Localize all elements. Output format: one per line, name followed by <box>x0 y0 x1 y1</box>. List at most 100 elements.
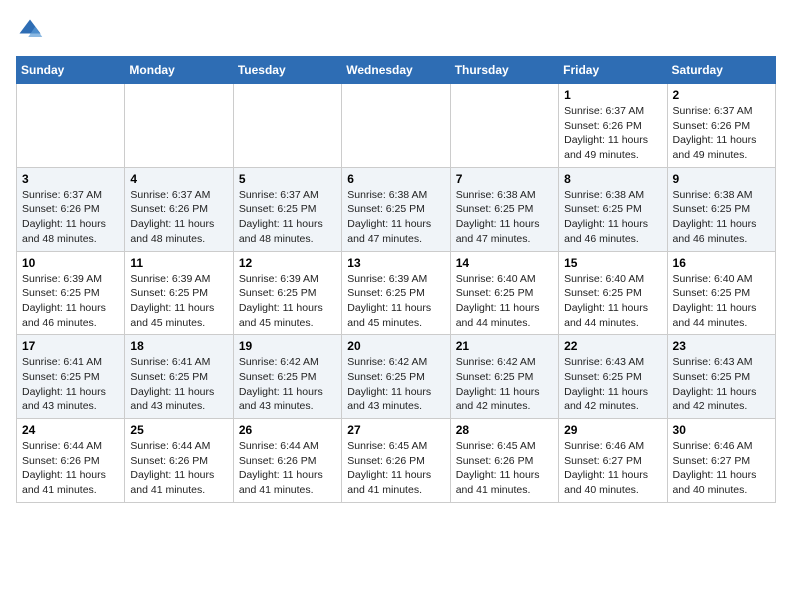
calendar-cell: 1Sunrise: 6:37 AM Sunset: 6:26 PM Daylig… <box>559 84 667 168</box>
calendar-cell: 6 Sunrise: 6:38 AM Sunset: 6:25 PM Daylig… <box>342 167 450 251</box>
day-info: Sunrise: 6:44 AM Sunset: 6:26 PM Dayligh… <box>130 439 227 498</box>
day-number: 22 <box>564 339 661 353</box>
calendar-cell <box>233 84 341 168</box>
day-number: 10 <box>22 256 119 270</box>
day-number: 2 <box>673 88 770 102</box>
day-number: 21 <box>456 339 553 353</box>
day-info: Sunrise: 6:39 AM Sunset: 6:25 PM Dayligh… <box>22 272 119 331</box>
day-number: 4 <box>130 172 227 186</box>
calendar-cell: 24 Sunrise: 6:44 AM Sunset: 6:26 PM Dayli… <box>17 419 125 503</box>
day-number: 29 <box>564 423 661 437</box>
calendar-cell: 5 Sunrise: 6:37 AM Sunset: 6:25 PM Daylig… <box>233 167 341 251</box>
calendar-cell: 16 Sunrise: 6:40 AM Sunset: 6:25 PM Dayli… <box>667 251 775 335</box>
calendar-cell: 8 Sunrise: 6:38 AM Sunset: 6:25 PM Daylig… <box>559 167 667 251</box>
day-info: Sunrise: 6:39 AM Sunset: 6:25 PM Dayligh… <box>130 272 227 331</box>
day-number: 27 <box>347 423 444 437</box>
calendar-week-row: 24 Sunrise: 6:44 AM Sunset: 6:26 PM Dayli… <box>17 419 776 503</box>
day-number: 6 <box>347 172 444 186</box>
day-number: 18 <box>130 339 227 353</box>
day-info: Sunrise: 6:44 AM Sunset: 6:26 PM Dayligh… <box>239 439 336 498</box>
day-number: 15 <box>564 256 661 270</box>
calendar-cell: 17 Sunrise: 6:41 AM Sunset: 6:25 PM Dayli… <box>17 335 125 419</box>
calendar-cell: 19Sunrise: 6:42 AM Sunset: 6:25 PM Dayli… <box>233 335 341 419</box>
calendar-cell: 11 Sunrise: 6:39 AM Sunset: 6:25 PM Dayli… <box>125 251 233 335</box>
calendar-cell: 2 Sunrise: 6:37 AM Sunset: 6:26 PM Daylig… <box>667 84 775 168</box>
calendar-cell: 29 Sunrise: 6:46 AM Sunset: 6:27 PM Dayli… <box>559 419 667 503</box>
day-number: 7 <box>456 172 553 186</box>
day-info: Sunrise: 6:39 AM Sunset: 6:25 PM Dayligh… <box>347 272 444 331</box>
day-info: Sunrise: 6:46 AM Sunset: 6:27 PM Dayligh… <box>564 439 661 498</box>
weekday-header-cell: Monday <box>125 57 233 84</box>
weekday-header-cell: Thursday <box>450 57 558 84</box>
day-info: Sunrise: 6:41 AM Sunset: 6:25 PM Dayligh… <box>130 355 227 414</box>
day-number: 8 <box>564 172 661 186</box>
day-number: 23 <box>673 339 770 353</box>
logo <box>16 16 48 44</box>
day-number: 24 <box>22 423 119 437</box>
weekday-header-cell: Sunday <box>17 57 125 84</box>
calendar-cell <box>450 84 558 168</box>
day-number: 13 <box>347 256 444 270</box>
day-info: Sunrise: 6:43 AM Sunset: 6:25 PM Dayligh… <box>673 355 770 414</box>
day-info: Sunrise: 6:38 AM Sunset: 6:25 PM Dayligh… <box>673 188 770 247</box>
calendar-week-row: 17 Sunrise: 6:41 AM Sunset: 6:25 PM Dayli… <box>17 335 776 419</box>
calendar-cell: 21 Sunrise: 6:42 AM Sunset: 6:25 PM Dayli… <box>450 335 558 419</box>
calendar-cell: 23 Sunrise: 6:43 AM Sunset: 6:25 PM Dayli… <box>667 335 775 419</box>
day-info: Sunrise: 6:45 AM Sunset: 6:26 PM Dayligh… <box>347 439 444 498</box>
day-info: Sunrise: 6:41 AM Sunset: 6:25 PM Dayligh… <box>22 355 119 414</box>
weekday-header-cell: Friday <box>559 57 667 84</box>
calendar-cell: 20Sunrise: 6:42 AM Sunset: 6:25 PM Dayli… <box>342 335 450 419</box>
day-info: Sunrise: 6:40 AM Sunset: 6:25 PM Dayligh… <box>456 272 553 331</box>
day-number: 9 <box>673 172 770 186</box>
calendar-cell: 12Sunrise: 6:39 AM Sunset: 6:25 PM Dayli… <box>233 251 341 335</box>
calendar-body: 1 Sunrise: 6:37 AM Sunset: 6:26 PM Daylig… <box>17 84 776 503</box>
day-info: Sunrise: 6:43 AM Sunset: 6:25 PM Dayligh… <box>564 355 661 414</box>
day-info: Sunrise: 6:37 AM Sunset: 6:26 PM Dayligh… <box>22 188 119 247</box>
calendar-cell: 25 Sunrise: 6:44 AM Sunset: 6:26 PM Dayli… <box>125 419 233 503</box>
day-number: 17 <box>22 339 119 353</box>
calendar-cell: 10 Sunrise: 6:39 AM Sunset: 6:25 PM Dayli… <box>17 251 125 335</box>
day-info: Sunrise: 6:42 AM Sunset: 6:25 PM Dayligh… <box>239 355 336 414</box>
calendar-cell <box>125 84 233 168</box>
day-number: 11 <box>130 256 227 270</box>
calendar-cell: 30Sunrise: 6:46 AM Sunset: 6:27 PM Dayli… <box>667 419 775 503</box>
calendar-week-row: 10 Sunrise: 6:39 AM Sunset: 6:25 PM Dayli… <box>17 251 776 335</box>
day-number: 5 <box>239 172 336 186</box>
day-info: Sunrise: 6:38 AM Sunset: 6:25 PM Dayligh… <box>564 188 661 247</box>
logo-icon <box>16 16 44 44</box>
calendar-cell: 7 Sunrise: 6:38 AM Sunset: 6:25 PM Daylig… <box>450 167 558 251</box>
day-number: 12 <box>239 256 336 270</box>
calendar-table: SundayMondayTuesdayWednesdayThursdayFrid… <box>16 56 776 503</box>
day-info: Sunrise: 6:44 AM Sunset: 6:26 PM Dayligh… <box>22 439 119 498</box>
day-number: 16 <box>673 256 770 270</box>
calendar-cell: 28Sunrise: 6:45 AM Sunset: 6:26 PM Dayli… <box>450 419 558 503</box>
day-info: Sunrise: 6:37 AM Sunset: 6:26 PM Dayligh… <box>673 104 770 163</box>
weekday-header-cell: Saturday <box>667 57 775 84</box>
calendar-cell: 26Sunrise: 6:44 AM Sunset: 6:26 PM Dayli… <box>233 419 341 503</box>
calendar-week-row: 3 Sunrise: 6:37 AM Sunset: 6:26 PM Daylig… <box>17 167 776 251</box>
calendar-cell: 22 Sunrise: 6:43 AM Sunset: 6:25 PM Dayli… <box>559 335 667 419</box>
calendar-cell: 4 Sunrise: 6:37 AM Sunset: 6:26 PM Daylig… <box>125 167 233 251</box>
weekday-header-row: SundayMondayTuesdayWednesdayThursdayFrid… <box>17 57 776 84</box>
day-number: 25 <box>130 423 227 437</box>
calendar-cell: 27 Sunrise: 6:45 AM Sunset: 6:26 PM Dayli… <box>342 419 450 503</box>
day-info: Sunrise: 6:40 AM Sunset: 6:25 PM Dayligh… <box>673 272 770 331</box>
day-number: 1 <box>564 88 661 102</box>
day-info: Sunrise: 6:38 AM Sunset: 6:25 PM Dayligh… <box>347 188 444 247</box>
weekday-header-cell: Wednesday <box>342 57 450 84</box>
day-info: Sunrise: 6:38 AM Sunset: 6:25 PM Dayligh… <box>456 188 553 247</box>
day-info: Sunrise: 6:42 AM Sunset: 6:25 PM Dayligh… <box>456 355 553 414</box>
day-number: 3 <box>22 172 119 186</box>
calendar-cell: 18 Sunrise: 6:41 AM Sunset: 6:25 PM Dayli… <box>125 335 233 419</box>
calendar-cell: 15 Sunrise: 6:40 AM Sunset: 6:25 PM Dayli… <box>559 251 667 335</box>
day-info: Sunrise: 6:37 AM Sunset: 6:25 PM Dayligh… <box>239 188 336 247</box>
calendar-cell: 14Sunrise: 6:40 AM Sunset: 6:25 PM Dayli… <box>450 251 558 335</box>
calendar-cell: 13 Sunrise: 6:39 AM Sunset: 6:25 PM Dayli… <box>342 251 450 335</box>
day-info: Sunrise: 6:42 AM Sunset: 6:25 PM Dayligh… <box>347 355 444 414</box>
day-info: Sunrise: 6:37 AM Sunset: 6:26 PM Dayligh… <box>130 188 227 247</box>
day-info: Sunrise: 6:46 AM Sunset: 6:27 PM Dayligh… <box>673 439 770 498</box>
calendar-cell <box>17 84 125 168</box>
day-number: 28 <box>456 423 553 437</box>
day-info: Sunrise: 6:40 AM Sunset: 6:25 PM Dayligh… <box>564 272 661 331</box>
calendar-cell: 3 Sunrise: 6:37 AM Sunset: 6:26 PM Daylig… <box>17 167 125 251</box>
